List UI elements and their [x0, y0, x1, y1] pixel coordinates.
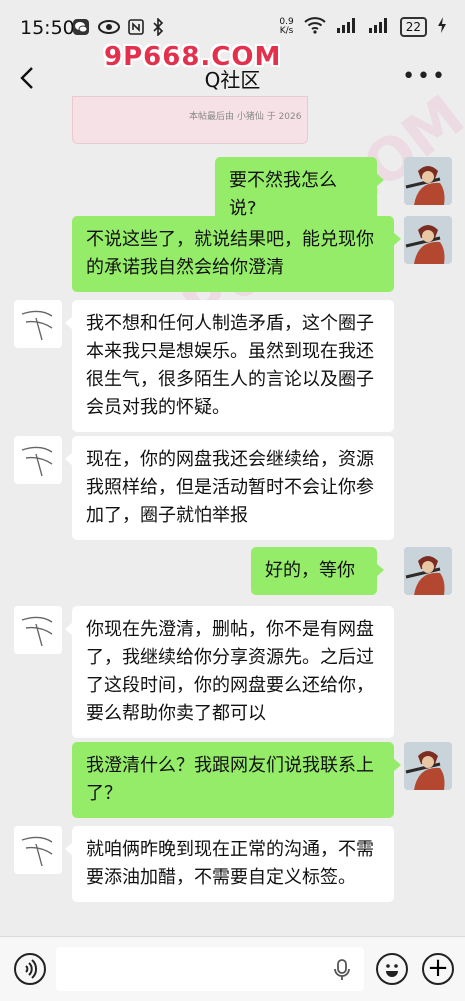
avatar-me[interactable]: [404, 216, 452, 264]
plus-button[interactable]: +: [422, 953, 454, 985]
avatar-me[interactable]: [404, 547, 452, 595]
avatar-me-image: [404, 216, 452, 264]
emoji-icon: [386, 964, 398, 977]
message-bubble-other[interactable]: 你现在先澄清，删帖，你不是有网盘了，我继续给你分享资源先。之后过了这段时间，你的…: [65, 606, 394, 738]
avatar-me[interactable]: [404, 157, 452, 205]
avatar-other-image: [14, 436, 62, 484]
status-left-icons: [72, 17, 164, 40]
wechat-icon: [72, 18, 90, 40]
avatar-other[interactable]: [14, 436, 62, 484]
avatar-me-image: [404, 742, 452, 790]
mic-icon[interactable]: [334, 959, 350, 985]
message-bubble-other[interactable]: 我不想和任何人制造矛盾，这个圈子本来我只是想娱乐。虽然到现在我还很生气，很多陌生…: [65, 300, 394, 432]
eye-icon: [98, 19, 120, 39]
nfc-icon: [128, 19, 144, 39]
avatar-other-image: [14, 606, 62, 654]
message-bubble-me[interactable]: 不说这些了，就说结果吧，能兑现你的承诺我自然会给你澄清: [72, 216, 401, 292]
avatar-other-image: [14, 300, 62, 348]
plus-icon: +: [427, 953, 449, 983]
avatar-other[interactable]: [14, 826, 62, 874]
pinned-post-card[interactable]: 本帖最后由 小猪仙 于 2026: [72, 96, 308, 144]
status-time: 15:50: [20, 17, 75, 39]
battery-icon: 22: [399, 17, 427, 37]
avatar-me-image: [404, 547, 452, 595]
avatar-me-image: [404, 157, 452, 205]
signal-icon: [336, 17, 358, 37]
avatar-other-image: [14, 826, 62, 874]
voice-button[interactable]: [14, 953, 46, 985]
signal-icon-2: [368, 17, 390, 37]
emoji-button[interactable]: [376, 953, 408, 985]
net-speed: 0.9 K/s: [279, 18, 293, 36]
message-bubble-other[interactable]: 现在，你的网盘我还会继续给，资源我照样给，但是活动暂时不会让你参加了，圈子就怕举…: [65, 436, 394, 540]
message-input[interactable]: [56, 947, 364, 991]
pinned-post-text: 本帖最后由 小猪仙 于 2026: [189, 112, 302, 122]
message-bubble-me[interactable]: 好的，等你: [251, 547, 384, 595]
status-right-icons: 0.9 K/s 22: [279, 16, 447, 38]
input-bar: +: [0, 936, 465, 1001]
chat-title: Q社区: [204, 68, 261, 92]
nav-bar: Q社区 •••: [0, 56, 465, 100]
avatar-other[interactable]: [14, 606, 62, 654]
bluetooth-icon: [152, 17, 164, 40]
avatar-other[interactable]: [14, 300, 62, 348]
net-speed-unit: K/s: [279, 26, 294, 36]
message-bubble-other[interactable]: 就咱俩昨晚到现在正常的沟通，不需要添油加醋，不需要自定义标签。: [65, 826, 394, 902]
more-icon[interactable]: •••: [402, 66, 447, 88]
message-bubble-me[interactable]: 我澄清什么？我跟网友们说我联系上了？: [72, 742, 401, 818]
charging-icon: [437, 16, 447, 38]
wifi-icon: [304, 16, 326, 38]
voice-icon: [25, 959, 38, 979]
avatar-me[interactable]: [404, 742, 452, 790]
